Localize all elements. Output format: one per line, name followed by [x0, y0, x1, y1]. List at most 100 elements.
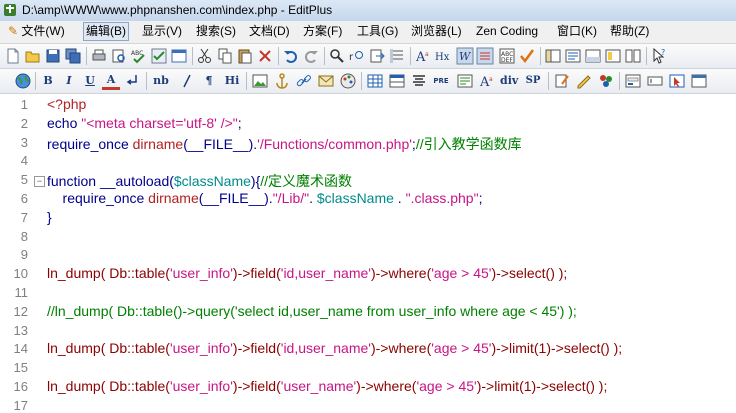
italic-button[interactable]: I	[60, 72, 78, 90]
cut-icon[interactable]	[196, 47, 214, 65]
menu-view[interactable]: 显示(V)	[140, 23, 184, 40]
code-token: __autoload(	[99, 173, 174, 190]
code-line[interactable]: echo "<meta charset='utf-8' />";	[47, 115, 242, 131]
print-preview-icon[interactable]	[110, 47, 128, 65]
fold-toggle-icon[interactable]: −	[34, 176, 45, 188]
code-token: )->select() );	[491, 265, 568, 282]
code-line[interactable]: ln_dump( Db::table('user_info')->field('…	[47, 265, 567, 281]
spell-check-icon[interactable]: ABC	[130, 47, 148, 65]
window-list-icon[interactable]	[604, 47, 622, 65]
goto-icon[interactable]	[368, 47, 386, 65]
code-line[interactable]: <?php	[47, 96, 86, 112]
table-icon[interactable]	[366, 72, 384, 90]
copy-icon[interactable]	[216, 47, 234, 65]
window-frame-icon[interactable]	[690, 72, 708, 90]
email-link-icon[interactable]	[317, 72, 335, 90]
delete-icon[interactable]	[256, 47, 274, 65]
paste-icon[interactable]	[236, 47, 254, 65]
code-line[interactable]: require_once dirname(__FILE__)."/Lib/". …	[47, 190, 483, 206]
font-icon[interactable]: Aa	[414, 47, 432, 65]
save-icon[interactable]	[44, 47, 62, 65]
find-icon[interactable]	[328, 47, 346, 65]
svg-text:r: r	[349, 52, 354, 63]
span-button[interactable]: SP	[524, 72, 542, 90]
css-color-icon[interactable]	[597, 72, 615, 90]
font-tag-icon[interactable]: Aa	[478, 72, 496, 90]
heading-button[interactable]: Hi	[223, 72, 241, 90]
pencil-edit-icon[interactable]	[575, 72, 593, 90]
code-line[interactable]: require_once dirname(__FILE__).'/Functio…	[47, 134, 522, 154]
replace-icon[interactable]: r	[348, 47, 366, 65]
code-editor[interactable]: 1 2 3 4 5 6 7 8 9 10 11 12 13 14 15 16 17 <?php echo "<me…	[0, 94, 736, 413]
directory-window-icon[interactable]	[544, 47, 562, 65]
menu-edit[interactable]: 编辑(B)	[83, 22, 129, 41]
code-token: ){	[250, 173, 261, 190]
tile-windows-icon[interactable]	[624, 47, 642, 65]
save-all-icon[interactable]	[64, 47, 82, 65]
menu-browser[interactable]: 浏览器(L)	[409, 23, 464, 40]
nbsp-button[interactable]: nb	[152, 72, 170, 90]
code-line[interactable]: //ln_dump( Db::table()->query('select id…	[47, 303, 577, 319]
code-token: ".class.php"	[405, 190, 479, 206]
code-token: ;	[478, 190, 483, 206]
code-token: require_once	[47, 135, 133, 152]
menu-file[interactable]: ✎ 文件(W)	[6, 23, 67, 40]
align-center-icon[interactable]	[410, 72, 428, 90]
word-wrap-icon[interactable]: W	[456, 47, 474, 65]
svg-text:Hx: Hx	[435, 52, 450, 63]
line-number: 7	[20, 209, 28, 225]
code-token: )->field(	[232, 340, 281, 357]
div-button[interactable]: div	[500, 72, 518, 90]
code-line[interactable]: function __autoload($className){//定义魔术函数	[47, 171, 352, 191]
new-file-icon[interactable]	[4, 47, 22, 65]
code-line[interactable]: ln_dump( Db::table('user_info')->field('…	[47, 340, 622, 356]
ruler-icon[interactable]	[476, 47, 494, 65]
undo-icon[interactable]	[282, 47, 300, 65]
cursor-select-icon[interactable]	[668, 72, 686, 90]
checkmark-icon[interactable]	[518, 47, 536, 65]
menu-tools[interactable]: 工具(G)	[355, 23, 400, 40]
menu-document[interactable]: 文档(D)	[247, 23, 292, 40]
anchor-icon[interactable]	[273, 72, 291, 90]
redo-icon[interactable]	[302, 47, 320, 65]
line-number: 16	[13, 379, 28, 394]
check-icon[interactable]	[150, 47, 168, 65]
line-number-icon[interactable]	[388, 47, 406, 65]
browser-preview-icon[interactable]	[170, 47, 188, 65]
menu-help[interactable]: 帮助(Z)	[608, 23, 651, 40]
edit-style-icon[interactable]	[553, 72, 571, 90]
code-token: 'user_name'	[280, 378, 357, 394]
paragraph-button[interactable]: ¶	[200, 72, 218, 90]
code-token: ln_dump( Db::table(	[47, 340, 170, 357]
link-icon[interactable]	[295, 72, 313, 90]
comment-icon[interactable]	[456, 72, 474, 90]
break-icon[interactable]	[124, 72, 142, 90]
menu-window[interactable]: 窗口(K)	[555, 23, 599, 40]
line-number: 10	[13, 266, 28, 282]
form-icon[interactable]	[624, 72, 642, 90]
toolbar-separator	[548, 72, 549, 90]
help-pointer-icon[interactable]: ?	[650, 47, 668, 65]
output-window-icon[interactable]	[584, 47, 602, 65]
code-line[interactable]: }	[47, 209, 52, 225]
column-select-icon[interactable]: ABCDEF	[498, 47, 516, 65]
menu-search[interactable]: 搜索(S)	[194, 23, 238, 40]
bold-button[interactable]: B	[39, 72, 57, 90]
pre-button[interactable]: PRE	[432, 72, 450, 90]
cliptext-window-icon[interactable]	[564, 47, 582, 65]
font-color-button[interactable]: A	[102, 72, 120, 90]
underline-button[interactable]: U	[81, 72, 99, 90]
menu-zen-coding[interactable]: Zen Coding	[474, 23, 540, 40]
forward-slash-icon[interactable]	[178, 72, 196, 90]
color-picker-icon[interactable]	[339, 72, 357, 90]
toolbar-separator	[646, 47, 647, 65]
globe-icon[interactable]	[14, 72, 32, 90]
image-icon[interactable]	[251, 72, 269, 90]
open-folder-icon[interactable]	[24, 47, 42, 65]
table-wizard-icon[interactable]	[388, 72, 406, 90]
code-line[interactable]: ln_dump( Db::table('user_info')->field('…	[47, 378, 607, 394]
hex-view-icon[interactable]: Hx	[434, 47, 452, 65]
print-icon[interactable]	[90, 47, 108, 65]
input-field-icon[interactable]	[646, 72, 664, 90]
menu-project[interactable]: 方案(F)	[301, 23, 344, 40]
